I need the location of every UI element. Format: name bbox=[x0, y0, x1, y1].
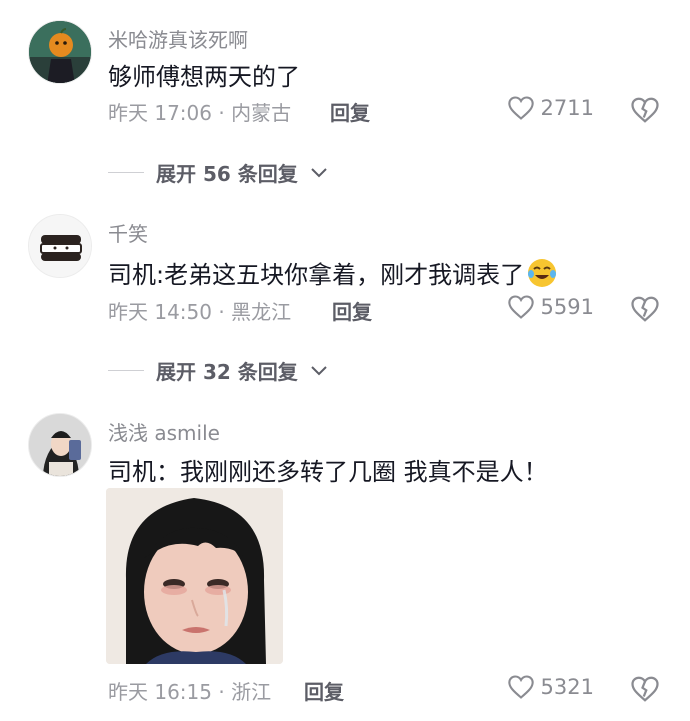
comment-3: 浅浅 asmile 司机：我刚刚还多转了几圈 我真不是人！ 昨天 16:15 ·… bbox=[0, 400, 690, 721]
pumpkin-head-character-avatar-icon bbox=[29, 21, 91, 83]
comment-text: 司机：我刚刚还多转了几圈 我真不是人！ bbox=[108, 458, 548, 486]
like-button[interactable]: 5591 bbox=[507, 294, 594, 320]
comment-2: 千笑 司机:老弟这五块你拿着，刚才我调表了 昨天 14:50 · 黑龙江 回复 … bbox=[0, 200, 690, 400]
comment-text: 够师傅想两天的了 bbox=[108, 63, 300, 91]
comment-text: 司机:老弟这五块你拿着，刚才我调表了 bbox=[108, 261, 525, 289]
comment-1: 米哈游真该死啊 够师傅想两天的了 昨天 17:06 · 内蒙古 回复 2711 … bbox=[0, 0, 690, 200]
expand-replies[interactable]: 展开 56 条回复 bbox=[108, 158, 328, 187]
comment-meta: 昨天 16:15 · 浙江 bbox=[108, 680, 272, 704]
crying-laughing-emoji-icon bbox=[528, 259, 557, 287]
dislike-button[interactable] bbox=[630, 96, 660, 124]
heart-icon bbox=[507, 295, 534, 319]
chevron-down-icon bbox=[311, 365, 327, 375]
username[interactable]: 浅浅 asmile bbox=[108, 417, 220, 446]
expand-replies-label: 展开 56 条回复 bbox=[156, 162, 298, 186]
dislike-button[interactable] bbox=[630, 675, 660, 703]
expand-replies-label: 展开 32 条回复 bbox=[156, 360, 298, 384]
avatar[interactable] bbox=[28, 413, 92, 477]
dislike-button[interactable] bbox=[630, 295, 660, 323]
crying-girl-photo-icon bbox=[106, 488, 283, 664]
expand-replies[interactable]: 展开 32 条回复 bbox=[108, 356, 328, 385]
reply-button[interactable]: 回复 bbox=[304, 676, 344, 705]
chevron-down-icon bbox=[311, 167, 327, 177]
like-button[interactable]: 5321 bbox=[507, 674, 594, 700]
heart-icon bbox=[507, 96, 534, 120]
like-button[interactable]: 2711 bbox=[507, 95, 594, 121]
comment-meta: 昨天 14:50 · 黑龙江 bbox=[108, 300, 292, 324]
username[interactable]: 米哈游真该死啊 bbox=[108, 24, 248, 53]
broken-heart-icon bbox=[631, 296, 659, 322]
like-count: 2711 bbox=[540, 96, 594, 120]
avatar[interactable] bbox=[28, 214, 92, 278]
username[interactable]: 千笑 bbox=[108, 218, 148, 247]
heart-icon bbox=[507, 675, 534, 699]
comment-meta: 昨天 17:06 · 内蒙古 bbox=[108, 101, 292, 125]
broken-heart-icon bbox=[631, 97, 659, 123]
broken-heart-icon bbox=[631, 676, 659, 702]
divider bbox=[108, 370, 144, 371]
like-count: 5591 bbox=[540, 295, 594, 319]
girl-selfie-avatar-icon bbox=[29, 414, 91, 476]
avatar[interactable] bbox=[28, 20, 92, 84]
comment-image[interactable] bbox=[106, 488, 283, 664]
divider bbox=[108, 172, 144, 173]
comment-text-row: 司机:老弟这五块你拿着，刚才我调表了 bbox=[108, 255, 558, 290]
reply-button[interactable]: 回复 bbox=[332, 296, 372, 325]
like-count: 5321 bbox=[540, 675, 594, 699]
reply-button[interactable]: 回复 bbox=[330, 97, 370, 126]
sandwich-cartoon-avatar-icon bbox=[29, 215, 91, 277]
